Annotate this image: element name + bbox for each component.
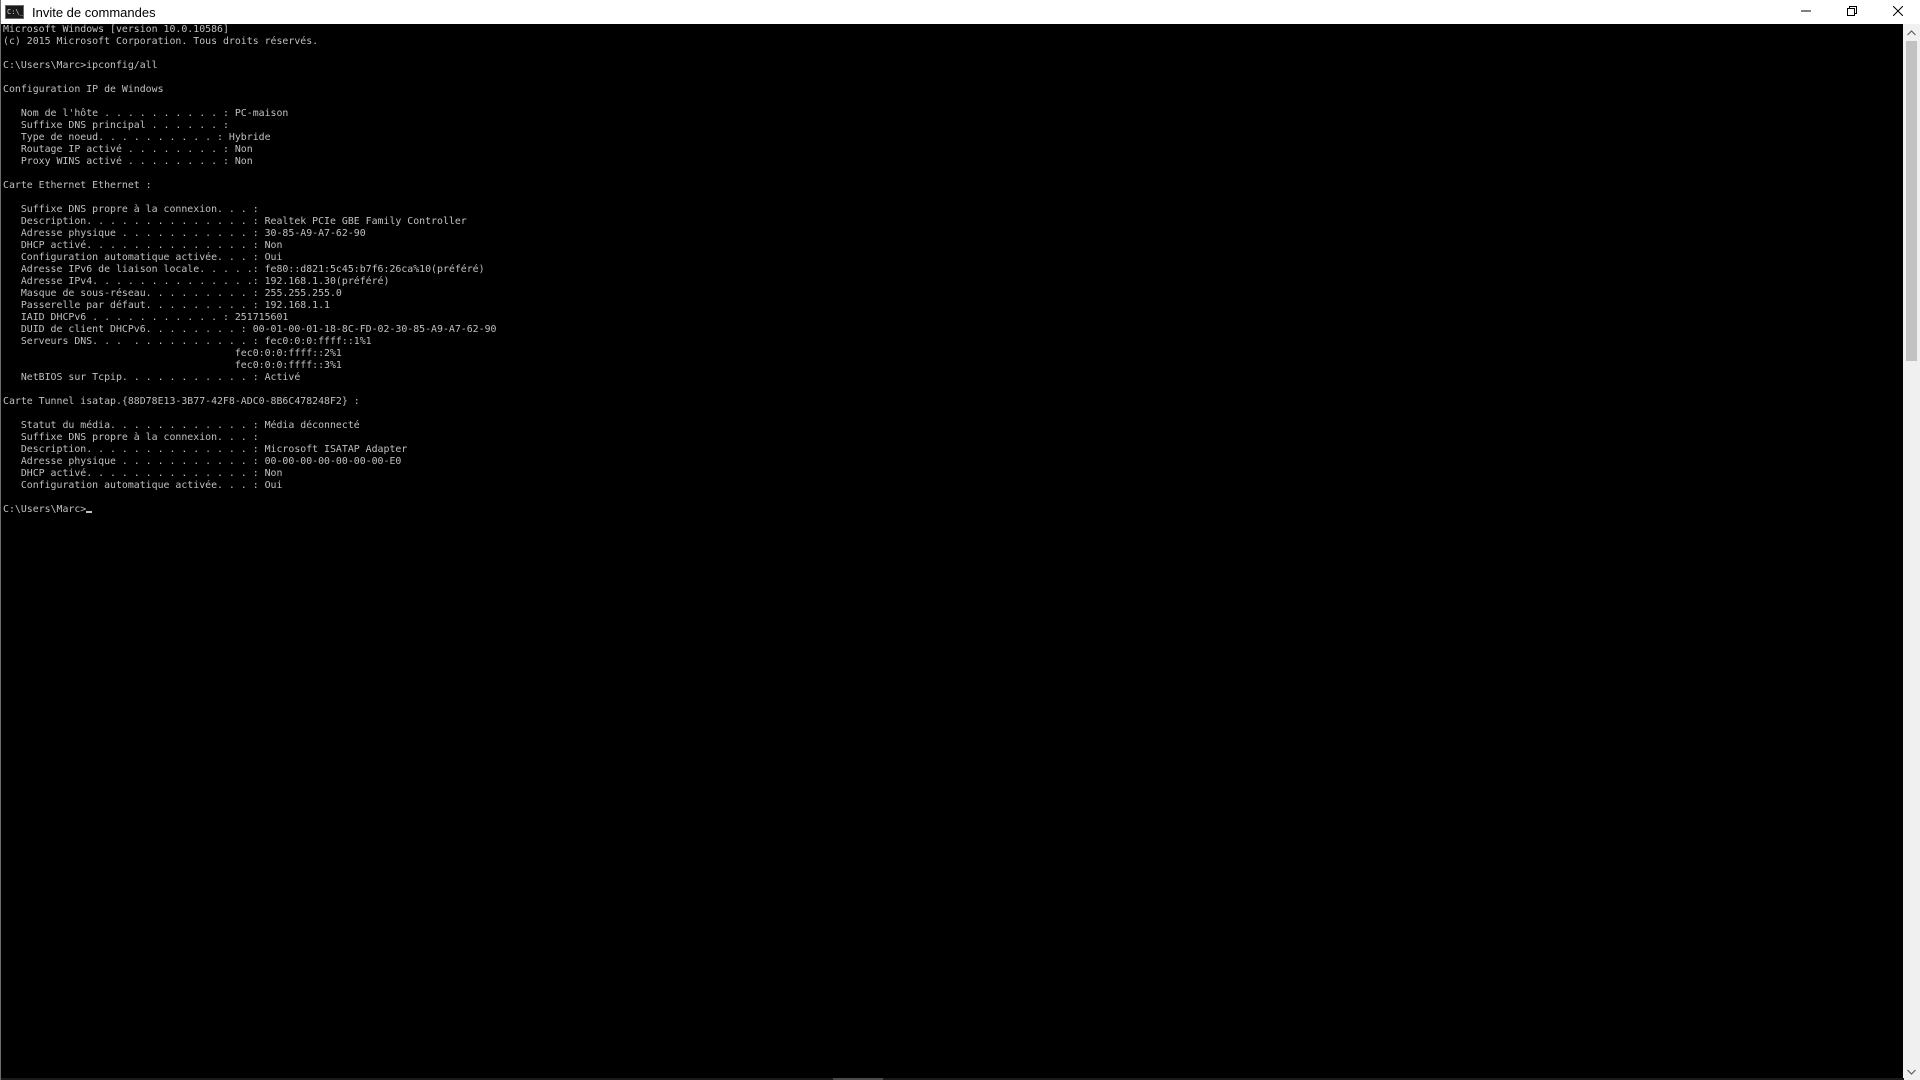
console-line: Suffixe DNS propre à la connexion. . . : xyxy=(3,432,259,443)
console-line: Masque de sous-réseau. . . . . . . . . :… xyxy=(3,288,342,299)
console-line: fec0:0:0:ffff::3%1 xyxy=(3,360,342,371)
window-controls xyxy=(1783,0,1920,24)
console-line: (c) 2015 Microsoft Corporation. Tous dro… xyxy=(3,36,319,47)
console-line: Configuration IP de Windows xyxy=(3,84,164,95)
console-line: Configuration automatique activée. . . :… xyxy=(3,480,283,491)
console-line: Suffixe DNS propre à la connexion. . . : xyxy=(3,204,259,215)
console-line: DHCP activé. . . . . . . . . . . . . . :… xyxy=(3,240,283,251)
console-line: C:\Users\Marc>ipconfig/all xyxy=(3,60,158,71)
console-line: IAID DHCPv6 . . . . . . . . . . . : 2517… xyxy=(3,312,289,323)
console-line: DHCP activé. . . . . . . . . . . . . . :… xyxy=(3,468,283,479)
text-cursor xyxy=(86,511,93,513)
console-line: Type de noeud. . . . . . . . . . : Hybri… xyxy=(3,132,271,143)
console-line: Adresse physique . . . . . . . . . . . :… xyxy=(3,456,402,467)
chevron-up-icon xyxy=(1907,29,1916,35)
console-line: Serveurs DNS. . . . . . . . . . . . . : … xyxy=(3,336,372,347)
window-title: Invite de commandes xyxy=(32,4,156,20)
close-icon xyxy=(1893,6,1903,16)
console-output: Microsoft Windows [version 10.0.10586] (c… xyxy=(1,24,1903,504)
scrollbar-thumb[interactable] xyxy=(1906,41,1917,361)
minimize-button[interactable] xyxy=(1783,0,1829,22)
prompt-text: C:\Users\Marc> xyxy=(3,504,87,515)
close-button[interactable] xyxy=(1875,0,1920,22)
command-prompt-window: C:\_ Invite de commandes Microsoft Windo… xyxy=(0,0,1920,1080)
console-line: NetBIOS sur Tcpip. . . . . . . . . . . :… xyxy=(3,372,301,383)
console-line: Description. . . . . . . . . . . . . . :… xyxy=(3,216,467,227)
restore-icon xyxy=(1847,6,1857,16)
cmd-app-icon[interactable]: C:\_ xyxy=(5,5,24,19)
console-area[interactable]: Microsoft Windows [version 10.0.10586] (c… xyxy=(1,24,1903,1078)
minimize-icon xyxy=(1801,10,1811,12)
title-bar[interactable]: C:\_ Invite de commandes xyxy=(1,0,1920,24)
console-line: Carte Ethernet Ethernet : xyxy=(3,180,152,191)
console-line: Adresse IPv4. . . . . . . . . . . . . .:… xyxy=(3,276,390,287)
console-line: fec0:0:0:ffff::2%1 xyxy=(3,348,342,359)
console-line: Carte Tunnel isatap.{88D78E13-3B77-42F8-… xyxy=(3,396,360,407)
console-line: Nom de l'hôte . . . . . . . . . . : PC-m… xyxy=(3,108,289,119)
console-line: DUID de client DHCPv6. . . . . . . . : 0… xyxy=(3,324,497,335)
console-line: Proxy WINS activé . . . . . . . . : Non xyxy=(3,156,253,167)
console-line: Passerelle par défaut. . . . . . . . . :… xyxy=(3,300,330,311)
command-prompt-line[interactable]: C:\Users\Marc> xyxy=(1,504,1903,516)
console-line: Microsoft Windows [version 10.0.10586] xyxy=(3,24,229,35)
console-line: Suffixe DNS principal . . . . . . : xyxy=(3,120,229,131)
scroll-up-button[interactable] xyxy=(1903,24,1920,41)
console-line: Routage IP activé . . . . . . . . : Non xyxy=(3,144,253,155)
restore-button[interactable] xyxy=(1829,0,1875,22)
console-line: Statut du média. . . . . . . . . . . . :… xyxy=(3,420,360,431)
scroll-down-button[interactable] xyxy=(1903,1063,1920,1080)
console-line: Description. . . . . . . . . . . . . . :… xyxy=(3,444,408,455)
console-line: Configuration automatique activée. . . :… xyxy=(3,252,283,263)
chevron-down-icon xyxy=(1907,1069,1916,1075)
console-line: Adresse physique . . . . . . . . . . . :… xyxy=(3,228,366,239)
vertical-scrollbar[interactable] xyxy=(1903,24,1920,1080)
console-line: Adresse IPv6 de liaison locale. . . . .:… xyxy=(3,264,485,275)
